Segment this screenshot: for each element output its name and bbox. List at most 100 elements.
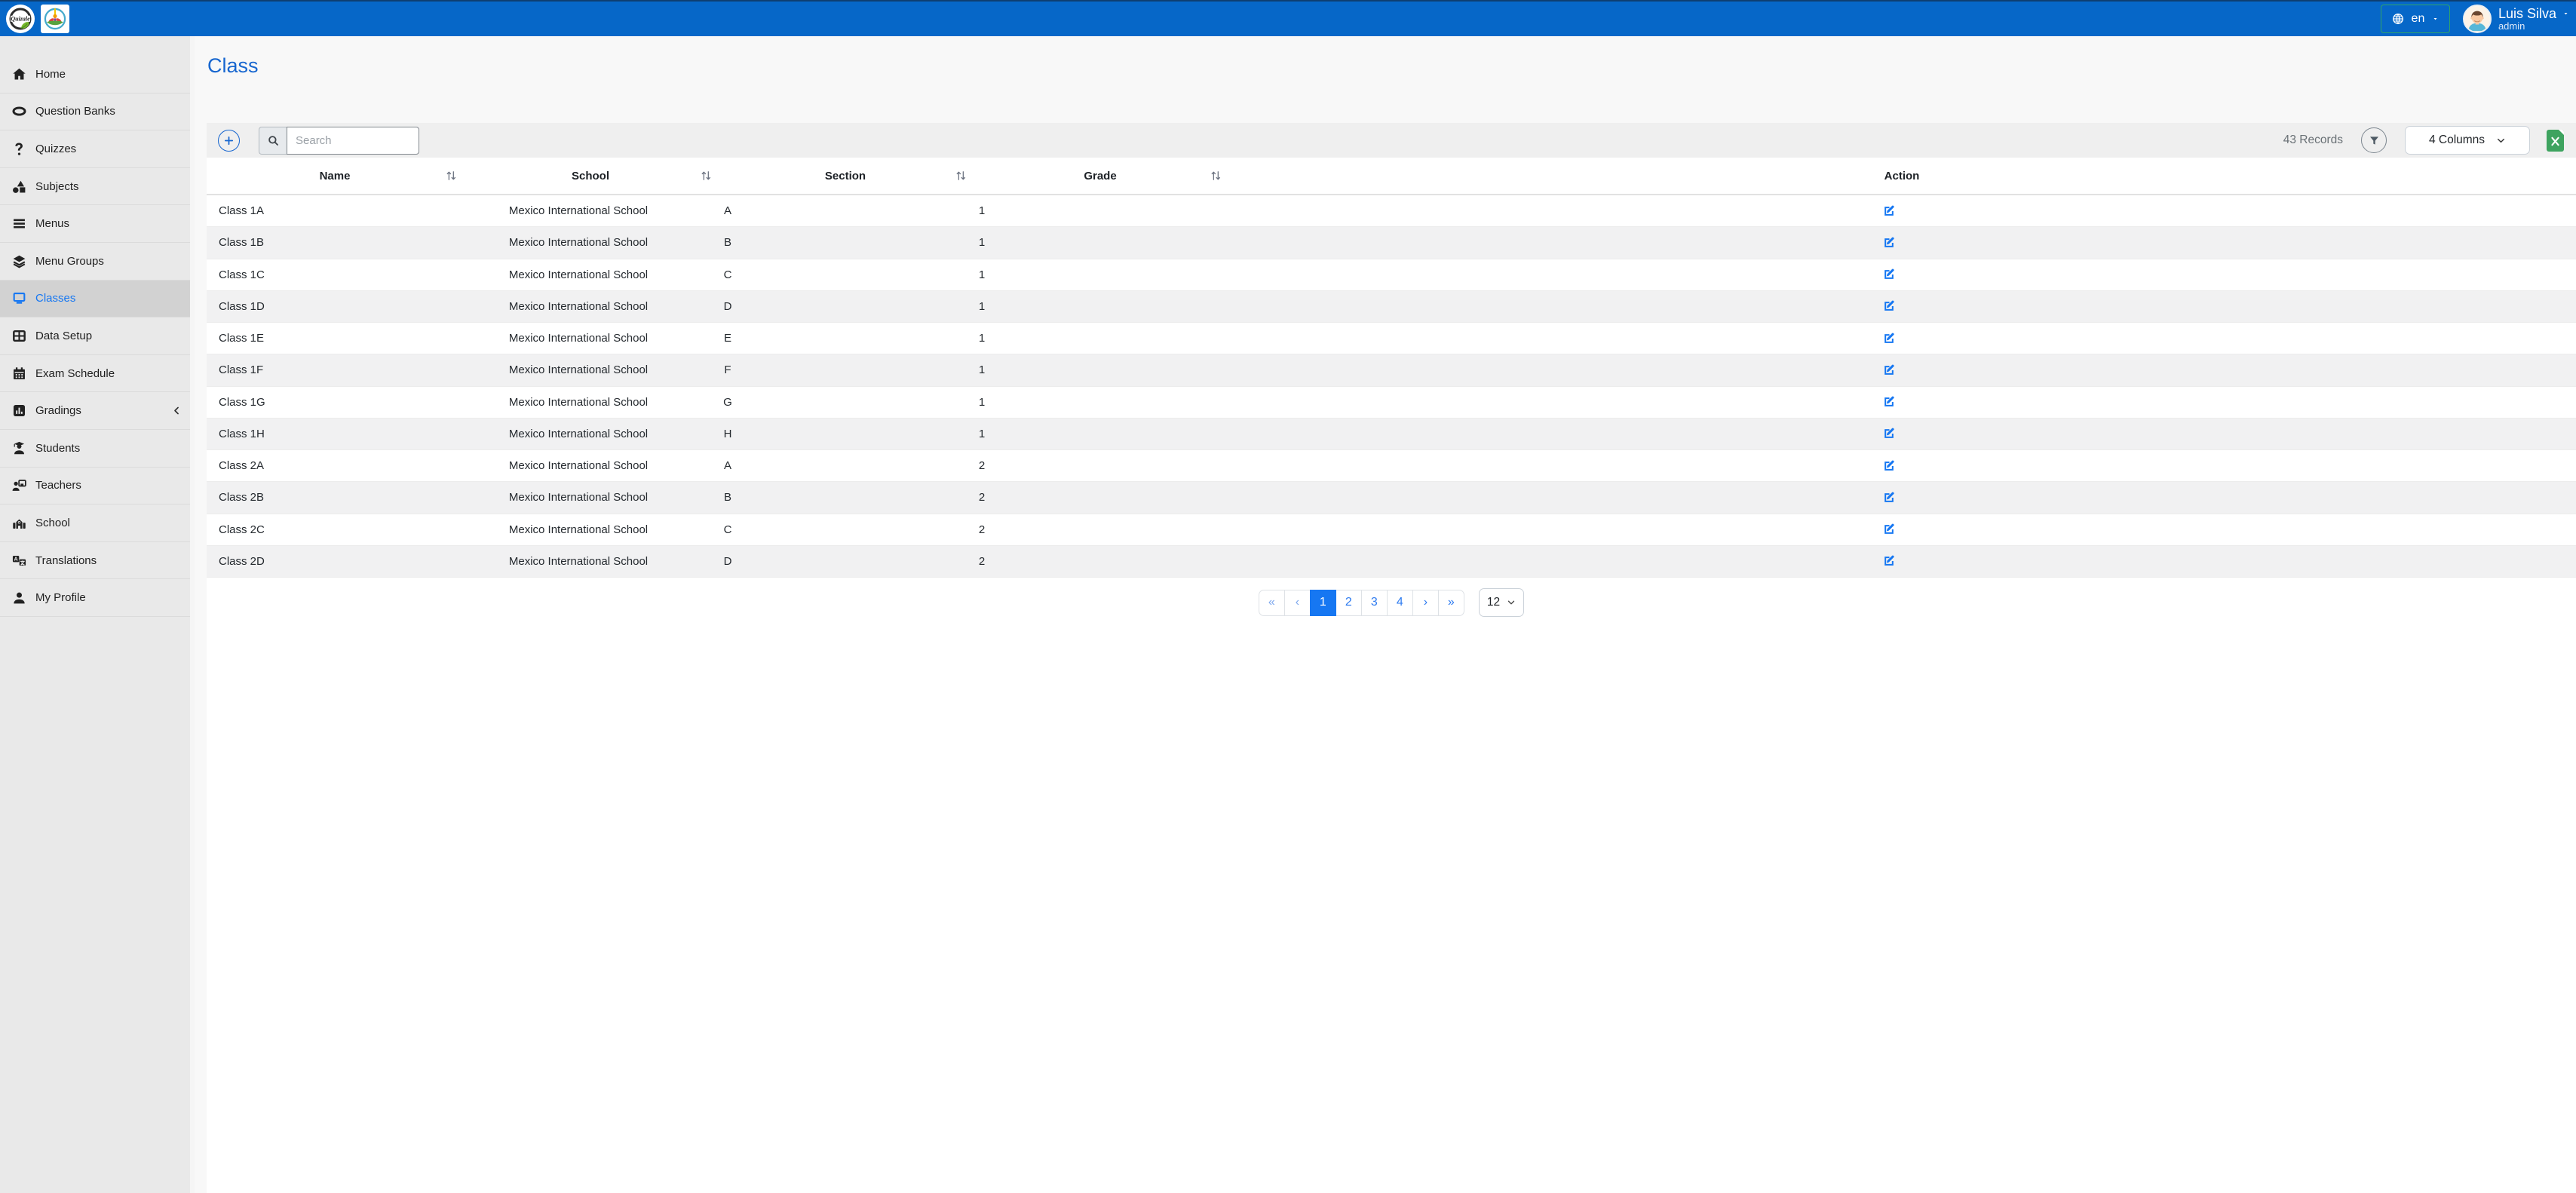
page-button-1[interactable]: 1 bbox=[1310, 590, 1336, 616]
sidebar-item-classes[interactable]: Classes bbox=[0, 281, 195, 318]
cell-section: D bbox=[694, 300, 762, 313]
edit-row-button[interactable] bbox=[1880, 202, 1898, 220]
edit-row-button[interactable] bbox=[1880, 457, 1898, 475]
avatar[interactable] bbox=[2463, 5, 2492, 33]
sort-icon[interactable] bbox=[1210, 170, 1222, 182]
page-size-select[interactable]: 12 bbox=[1479, 588, 1524, 617]
lotus-logo[interactable] bbox=[41, 5, 69, 33]
user-menu[interactable]: Luis Silva admin bbox=[2498, 6, 2570, 32]
last-page-button[interactable]: » bbox=[1438, 590, 1464, 616]
search-input[interactable] bbox=[287, 127, 419, 155]
page-button-4[interactable]: 4 bbox=[1387, 590, 1413, 616]
columns-select[interactable]: 4 Columns bbox=[2405, 126, 2530, 155]
edit-row-button[interactable] bbox=[1880, 361, 1898, 379]
lotus-logo-icon bbox=[41, 5, 69, 32]
sidebar-item-gradings[interactable]: Gradings bbox=[0, 392, 195, 430]
column-header-school[interactable]: School bbox=[463, 170, 718, 182]
sort-icon[interactable] bbox=[955, 170, 968, 182]
sidebar-item-icon bbox=[11, 477, 27, 493]
edit-row-button[interactable] bbox=[1880, 297, 1898, 315]
sidebar-item-label: Students bbox=[35, 442, 80, 455]
column-header-section[interactable]: Section bbox=[718, 170, 973, 182]
sidebar-item-menu-groups[interactable]: Menu Groups bbox=[0, 243, 195, 281]
quizale-logo-icon: Quizale bbox=[6, 5, 35, 33]
edit-row-button[interactable] bbox=[1880, 393, 1898, 411]
table-row: Class 2D Mexico International School D 2 bbox=[207, 546, 2576, 578]
sort-icon[interactable] bbox=[700, 170, 713, 182]
page-button-2[interactable]: 2 bbox=[1336, 590, 1362, 616]
cell-school: Mexico International School bbox=[463, 396, 694, 409]
edit-icon bbox=[1881, 363, 1897, 378]
topbar: Quizale en bbox=[0, 2, 2576, 36]
cell-school: Mexico International School bbox=[463, 332, 694, 345]
sidebar-item-quizzes[interactable]: Quizzes bbox=[0, 130, 195, 168]
edit-row-button[interactable] bbox=[1880, 552, 1898, 570]
edit-row-button[interactable] bbox=[1880, 330, 1898, 348]
cell-name: Class 2D bbox=[207, 555, 463, 568]
next-page-button[interactable]: › bbox=[1412, 590, 1439, 616]
edit-row-button[interactable] bbox=[1880, 234, 1898, 252]
sort-icon[interactable] bbox=[445, 170, 458, 182]
cell-school: Mexico International School bbox=[463, 555, 694, 568]
sidebar-item-label: Subjects bbox=[35, 180, 79, 193]
edit-icon bbox=[1881, 522, 1897, 537]
add-button[interactable] bbox=[218, 130, 240, 152]
excel-fold bbox=[2559, 130, 2564, 135]
prev-page-button[interactable]: ‹ bbox=[1284, 590, 1311, 616]
sidebar-item-icon bbox=[11, 553, 27, 569]
cell-action bbox=[1202, 265, 2576, 284]
search-icon-box bbox=[259, 127, 287, 155]
cell-name: Class 1D bbox=[207, 300, 463, 313]
sidebar-item-question-banks[interactable]: Question Banks bbox=[0, 94, 195, 131]
sidebar-item-icon bbox=[11, 403, 27, 419]
sidebar-item-my-profile[interactable]: My Profile bbox=[0, 579, 195, 617]
cell-name: Class 1B bbox=[207, 236, 463, 249]
pagination-bar: « ‹ 1234 › » 12 bbox=[207, 588, 2576, 617]
edit-row-button[interactable] bbox=[1880, 489, 1898, 507]
cell-school: Mexico International School bbox=[463, 523, 694, 536]
sidebar-item-label: Data Setup bbox=[35, 330, 92, 342]
table-row: Class 2C Mexico International School C 2 bbox=[207, 514, 2576, 546]
sidebar-item-translations[interactable]: Translations bbox=[0, 542, 195, 580]
quizale-logo[interactable]: Quizale bbox=[6, 5, 35, 33]
sidebar-item-icon bbox=[11, 290, 27, 306]
first-page-button[interactable]: « bbox=[1259, 590, 1285, 616]
toolbar: 43 Records 4 Columns bbox=[207, 123, 2576, 158]
cell-grade: 1 bbox=[762, 204, 1202, 217]
sidebar-item-label: Translations bbox=[35, 554, 97, 567]
sidebar-item-school[interactable]: School bbox=[0, 504, 195, 542]
user-name: Luis Silva bbox=[2498, 6, 2556, 21]
cell-school: Mexico International School bbox=[463, 236, 694, 249]
sidebar-item-students[interactable]: Students bbox=[0, 430, 195, 468]
sidebar-item-icon bbox=[11, 366, 27, 382]
edit-row-button[interactable] bbox=[1880, 425, 1898, 443]
sidebar-item-subjects[interactable]: Subjects bbox=[0, 168, 195, 206]
cell-grade: 2 bbox=[762, 523, 1202, 536]
cell-action bbox=[1202, 330, 2576, 348]
cell-grade: 1 bbox=[762, 332, 1202, 345]
sidebar-item-data-setup[interactable]: Data Setup bbox=[0, 317, 195, 355]
table-row: Class 2A Mexico International School A 2 bbox=[207, 450, 2576, 482]
edit-row-button[interactable] bbox=[1880, 520, 1898, 538]
column-header-grade[interactable]: Grade bbox=[973, 170, 1228, 182]
language-selector[interactable]: en bbox=[2381, 5, 2450, 33]
sidebar-item-teachers[interactable]: Teachers bbox=[0, 468, 195, 505]
funnel-icon bbox=[2369, 135, 2380, 146]
export-excel-button[interactable] bbox=[2547, 130, 2564, 152]
cell-action bbox=[1202, 234, 2576, 252]
sidebar-item-label: Question Banks bbox=[35, 105, 115, 118]
cell-grade: 2 bbox=[762, 491, 1202, 504]
cell-name: Class 1H bbox=[207, 428, 463, 440]
sidebar-item-menus[interactable]: Menus bbox=[0, 205, 195, 243]
cell-section: A bbox=[694, 204, 762, 217]
column-header-name[interactable]: Name bbox=[207, 170, 463, 182]
sidebar-item-exam-schedule[interactable]: Exam Schedule bbox=[0, 355, 195, 393]
cell-grade: 1 bbox=[762, 300, 1202, 313]
table-row: Class 1D Mexico International School D 1 bbox=[207, 291, 2576, 323]
filter-button[interactable] bbox=[2361, 127, 2387, 153]
page-button-3[interactable]: 3 bbox=[1361, 590, 1388, 616]
edit-row-button[interactable] bbox=[1880, 265, 1898, 284]
sidebar-item-home[interactable]: Home bbox=[0, 56, 195, 94]
chevron-down-icon bbox=[1507, 598, 1516, 607]
cell-action bbox=[1202, 361, 2576, 379]
